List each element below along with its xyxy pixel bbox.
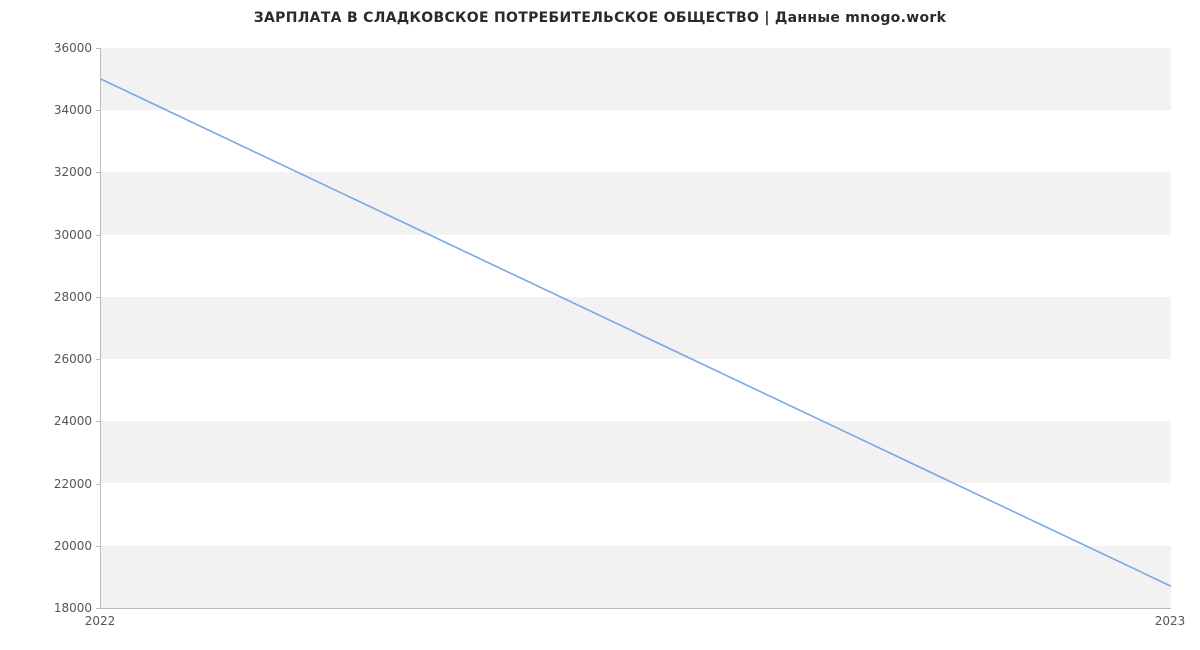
y-tick-label: 32000 <box>12 165 92 179</box>
line-layer <box>101 48 1171 608</box>
x-tick-label: 2023 <box>1155 614 1186 628</box>
y-tick-label: 26000 <box>12 352 92 366</box>
y-tick-label: 22000 <box>12 477 92 491</box>
chart-title: ЗАРПЛАТА В СЛАДКОВСКОЕ ПОТРЕБИТЕЛЬСКОЕ О… <box>0 10 1200 26</box>
plot-area <box>100 48 1171 609</box>
y-tick-mark <box>96 608 101 609</box>
y-tick-label: 20000 <box>12 539 92 553</box>
y-tick-label: 36000 <box>12 41 92 55</box>
chart-container: ЗАРПЛАТА В СЛАДКОВСКОЕ ПОТРЕБИТЕЛЬСКОЕ О… <box>0 0 1200 650</box>
y-tick-label: 28000 <box>12 290 92 304</box>
data-series-line <box>101 79 1171 586</box>
x-tick-label: 2022 <box>85 614 116 628</box>
y-tick-label: 30000 <box>12 228 92 242</box>
y-tick-label: 34000 <box>12 103 92 117</box>
y-tick-label: 24000 <box>12 414 92 428</box>
y-tick-label: 18000 <box>12 601 92 615</box>
